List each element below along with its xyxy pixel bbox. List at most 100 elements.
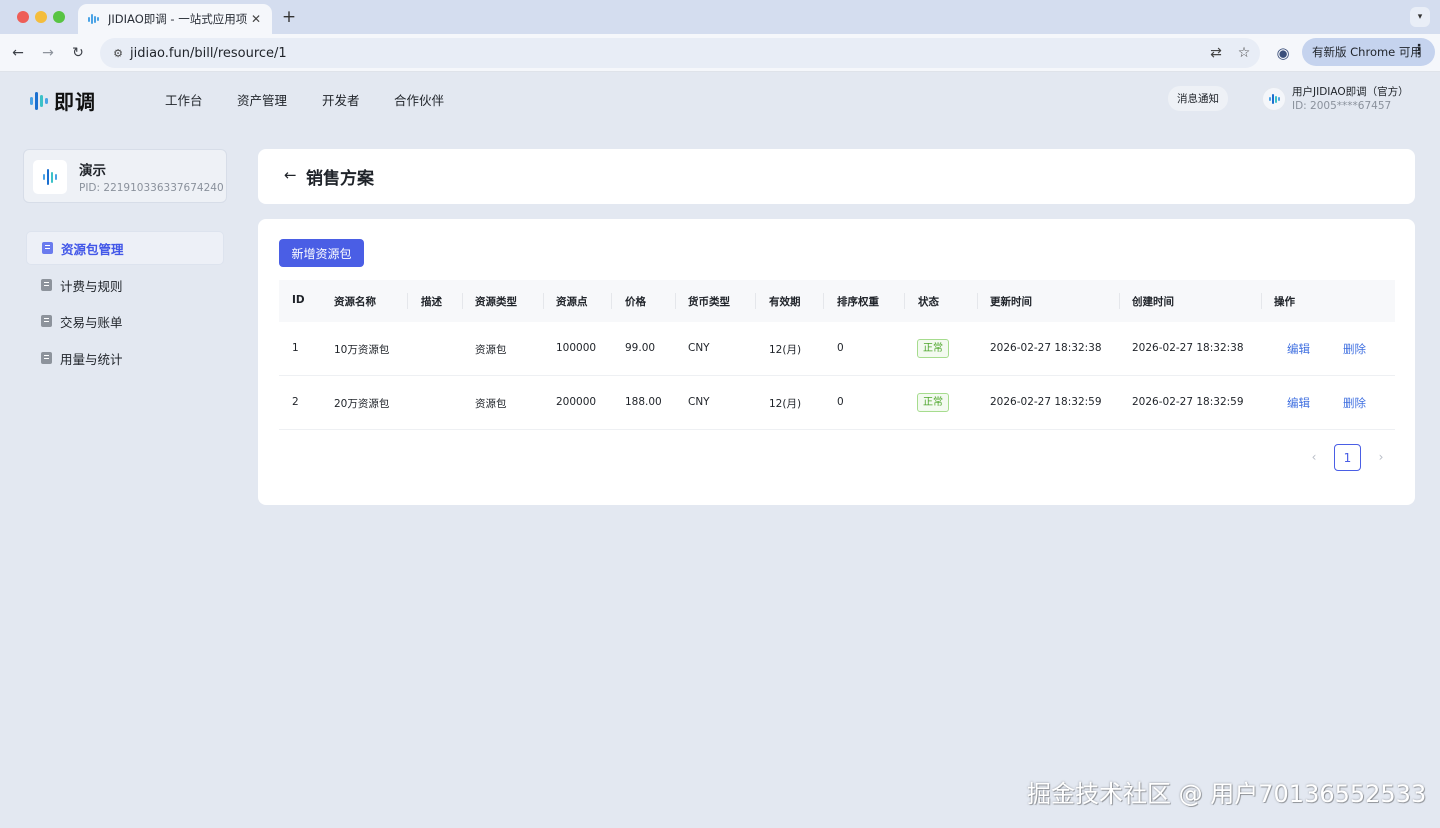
edit-button[interactable]: 编辑 bbox=[1287, 341, 1310, 357]
column-header: 货币类型 bbox=[688, 296, 730, 308]
cell-created: 2026-02-27 18:32:59 bbox=[1132, 396, 1244, 408]
page-header-panel: ← 销售方案 bbox=[258, 149, 1415, 204]
back-arrow-icon[interactable]: ← bbox=[8, 43, 28, 63]
column-header: 描述 bbox=[421, 296, 442, 308]
reload-icon[interactable]: ↻ bbox=[68, 43, 88, 63]
column-header: 资源类型 bbox=[475, 296, 517, 308]
address-bar[interactable]: ⚙ jidiao.fun/bill/resource/1 ⇄ ☆ bbox=[100, 38, 1260, 68]
cell-price: 188.00 bbox=[625, 396, 662, 408]
sidebar-item-transactions[interactable]: 交易与账单 bbox=[26, 304, 224, 338]
sidebar-item-label: 计费与规则 bbox=[60, 278, 123, 294]
cell-points: 200000 bbox=[556, 396, 597, 408]
page-number-button[interactable]: 1 bbox=[1334, 444, 1361, 471]
translate-icon[interactable]: ⇄ bbox=[1208, 43, 1224, 63]
bookmark-star-icon[interactable]: ☆ bbox=[1236, 43, 1252, 63]
delete-button[interactable]: 删除 bbox=[1343, 395, 1366, 411]
cell-name: 20万资源包 bbox=[334, 398, 390, 410]
project-card[interactable]: 演示 PID: 221910336337674240 bbox=[23, 149, 227, 203]
window-minimize-button[interactable] bbox=[35, 11, 47, 23]
cell-id: 2 bbox=[292, 396, 299, 408]
site-favicon-icon bbox=[88, 13, 100, 25]
nav-developer[interactable]: 开发者 bbox=[322, 90, 360, 109]
nav-asset-management[interactable]: 资产管理 bbox=[237, 90, 287, 109]
forward-arrow-icon[interactable]: → bbox=[38, 43, 58, 63]
chrome-update-button[interactable]: 有新版 Chrome 可用 ⋮ bbox=[1302, 38, 1435, 66]
column-divider bbox=[1119, 293, 1120, 309]
sidebar-item-label: 用量与统计 bbox=[60, 351, 123, 367]
tab-title: JIDIAO即调 - 一站式应用项目管 bbox=[108, 12, 248, 26]
project-pid: PID: 221910336337674240 bbox=[79, 182, 224, 194]
back-arrow-icon[interactable]: ← bbox=[284, 166, 297, 184]
sidebar-item-resource-package[interactable]: 资源包管理 bbox=[26, 231, 224, 265]
app-logo[interactable]: 即调 bbox=[30, 86, 96, 115]
delete-button[interactable]: 删除 bbox=[1343, 341, 1366, 357]
notification-button[interactable]: 消息通知 bbox=[1168, 86, 1228, 111]
column-divider bbox=[755, 293, 756, 309]
profile-icon[interactable]: ◉ bbox=[1273, 43, 1293, 63]
table-row: 1 10万资源包 资源包 100000 99.00 CNY 12(月) 0 正常… bbox=[279, 322, 1395, 376]
new-tab-button[interactable]: + bbox=[281, 7, 297, 27]
cell-validity: 12(月) bbox=[769, 344, 802, 356]
column-header: 状态 bbox=[918, 296, 939, 308]
column-divider bbox=[462, 293, 463, 309]
prev-page-icon[interactable]: ‹ bbox=[1307, 450, 1321, 464]
tab-close-icon[interactable]: ✕ bbox=[248, 12, 264, 26]
column-header: 排序权重 bbox=[837, 296, 879, 308]
window-zoom-button[interactable] bbox=[53, 11, 65, 23]
column-header: 操作 bbox=[1274, 296, 1295, 308]
site-settings-icon[interactable]: ⚙ bbox=[108, 47, 128, 60]
cell-weight: 0 bbox=[837, 342, 844, 354]
column-divider bbox=[904, 293, 905, 309]
table-row: 2 20万资源包 资源包 200000 188.00 CNY 12(月) 0 正… bbox=[279, 376, 1395, 430]
column-divider bbox=[1261, 293, 1262, 309]
content-panel: 新增资源包 ID 资源名称 描述 资源类型 资源点 价格 货币类型 有效期 排序… bbox=[258, 219, 1415, 505]
column-divider bbox=[611, 293, 612, 309]
project-name: 演示 bbox=[79, 163, 106, 179]
browser-tab-active[interactable]: JIDIAO即调 - 一站式应用项目管 ✕ bbox=[78, 4, 272, 34]
user-id: ID: 2005****67457 bbox=[1292, 100, 1392, 112]
browser-toolbar: ← → ↻ ⚙ jidiao.fun/bill/resource/1 ⇄ ☆ bbox=[0, 34, 1440, 72]
more-menu-icon: ⋮ bbox=[1412, 42, 1426, 58]
cell-currency: CNY bbox=[688, 342, 710, 354]
sidebar-item-label: 交易与账单 bbox=[60, 314, 123, 330]
logo-mark-icon bbox=[30, 90, 48, 112]
column-divider bbox=[977, 293, 978, 309]
update-label: 有新版 Chrome 可用 bbox=[1312, 45, 1422, 59]
project-avatar bbox=[33, 160, 67, 194]
column-divider bbox=[675, 293, 676, 309]
cell-type: 资源包 bbox=[475, 344, 507, 356]
sidebar-item-usage-stats[interactable]: 用量与统计 bbox=[26, 341, 224, 375]
calculator-icon bbox=[41, 352, 52, 364]
nav-partner[interactable]: 合作伙伴 bbox=[394, 90, 444, 109]
nav-workbench[interactable]: 工作台 bbox=[165, 90, 203, 109]
cell-validity: 12(月) bbox=[769, 398, 802, 410]
cell-type: 资源包 bbox=[475, 398, 507, 410]
user-avatar[interactable] bbox=[1262, 87, 1286, 111]
logo-text: 即调 bbox=[54, 90, 96, 114]
add-resource-package-button[interactable]: 新增资源包 bbox=[279, 239, 364, 267]
document-icon bbox=[41, 279, 52, 291]
status-badge: 正常 bbox=[917, 339, 949, 358]
sidebar-item-billing-rules[interactable]: 计费与规则 bbox=[26, 268, 224, 302]
column-divider bbox=[823, 293, 824, 309]
column-header: ID bbox=[292, 294, 305, 306]
column-header: 资源点 bbox=[556, 296, 588, 308]
cell-price: 99.00 bbox=[625, 342, 656, 354]
table-header: ID 资源名称 描述 资源类型 资源点 价格 货币类型 有效期 排序权重 状态 … bbox=[279, 280, 1395, 322]
cell-updated: 2026-02-27 18:32:59 bbox=[990, 396, 1102, 408]
sidebar-item-label: 资源包管理 bbox=[61, 241, 124, 257]
cell-currency: CNY bbox=[688, 396, 710, 408]
url-text[interactable]: jidiao.fun/bill/resource/1 bbox=[130, 46, 287, 61]
next-page-icon[interactable]: › bbox=[1374, 450, 1388, 464]
document-icon bbox=[41, 315, 52, 327]
browser-tab-bar: JIDIAO即调 - 一站式应用项目管 ✕ + ▾ bbox=[0, 0, 1440, 34]
column-header: 资源名称 bbox=[334, 296, 376, 308]
window-close-button[interactable] bbox=[17, 11, 29, 23]
edit-button[interactable]: 编辑 bbox=[1287, 395, 1310, 411]
tab-search-chevron-icon[interactable]: ▾ bbox=[1410, 7, 1430, 27]
user-name[interactable]: 用户JIDIAO即调（官方） bbox=[1292, 84, 1409, 99]
cell-weight: 0 bbox=[837, 396, 844, 408]
cell-name: 10万资源包 bbox=[334, 344, 390, 356]
page-title: 销售方案 bbox=[306, 169, 374, 189]
document-icon bbox=[42, 242, 53, 254]
